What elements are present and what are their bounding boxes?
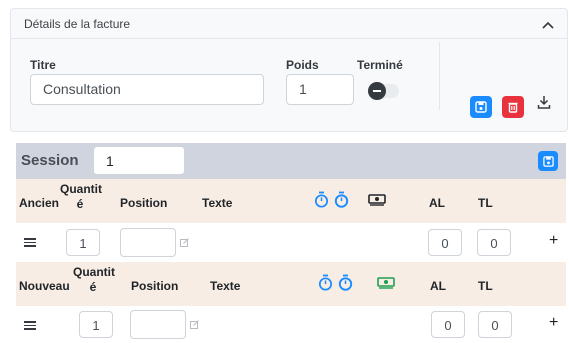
text-header: Texte	[210, 279, 241, 293]
al-input[interactable]: 0	[428, 229, 462, 256]
save-invoice-button[interactable]	[470, 96, 492, 118]
external-link-icon[interactable]	[180, 238, 189, 247]
weight-label: Poids	[286, 58, 319, 72]
plus-icon[interactable]: +	[549, 232, 558, 250]
text-header: Texte	[202, 196, 233, 210]
new-header-row: Nouveau Quantit é Position Texte AL TL	[16, 262, 566, 306]
al-input[interactable]: 0	[431, 311, 465, 338]
quantity-header: Quantit é	[60, 182, 102, 212]
delete-invoice-button[interactable]	[502, 96, 524, 118]
menu-icon[interactable]	[24, 238, 36, 247]
plus-icon[interactable]: +	[549, 314, 558, 332]
save-session-button[interactable]	[538, 151, 558, 171]
weight-input[interactable]: 1	[286, 74, 354, 105]
quantity-header-line2: é	[89, 280, 97, 294]
save-icon	[542, 155, 554, 167]
al-header: AL	[429, 196, 445, 210]
quantity-input[interactable]: 1	[79, 311, 113, 338]
position-input[interactable]	[130, 310, 186, 339]
done-label: Terminé	[357, 58, 403, 72]
position-input[interactable]	[120, 228, 176, 257]
download-icon[interactable]	[537, 95, 551, 109]
tl-header: TL	[478, 279, 493, 293]
quantity-header-line2: é	[76, 197, 84, 211]
old-header-row: Ancien Quantit é Position Texte AL TL	[16, 179, 566, 223]
stopwatch-icon[interactable]	[314, 191, 329, 208]
invoice-details-header[interactable]: Détails de la facture	[11, 9, 567, 39]
al-header: AL	[430, 279, 446, 293]
stopwatch-icon[interactable]	[334, 191, 349, 208]
quantity-header-line1: Quantit	[73, 265, 115, 279]
trash-icon	[508, 102, 518, 113]
tl-input[interactable]: 0	[477, 229, 511, 256]
title-input[interactable]: Consultation	[30, 74, 264, 105]
session-input[interactable]: 1	[93, 146, 185, 175]
toggle-knob	[368, 82, 386, 100]
title-label: Titre	[30, 58, 56, 72]
divider	[439, 42, 440, 110]
position-header: Position	[120, 196, 168, 210]
chevron-up-icon[interactable]	[541, 19, 555, 31]
invoice-details-title: Détails de la facture	[24, 17, 131, 31]
menu-icon[interactable]	[24, 321, 36, 330]
quantity-header: Quantit é	[73, 265, 115, 295]
session-label: Session	[21, 152, 79, 169]
table-row: 1 0 0 +	[16, 223, 566, 261]
table-row: 1 0 0 +	[16, 306, 566, 343]
save-icon	[475, 101, 487, 113]
money-icon[interactable]	[377, 277, 395, 289]
new-header-label: Nouveau	[19, 279, 70, 293]
external-link-icon[interactable]	[190, 320, 199, 329]
position-header: Position	[131, 279, 179, 293]
stopwatch-icon[interactable]	[338, 274, 353, 291]
stopwatch-icon[interactable]	[318, 274, 333, 291]
old-header-label: Ancien	[19, 196, 60, 210]
quantity-input[interactable]: 1	[66, 229, 100, 256]
done-toggle[interactable]	[368, 82, 399, 100]
tl-header: TL	[478, 196, 493, 210]
tl-input[interactable]: 0	[478, 311, 512, 338]
money-icon[interactable]	[368, 194, 386, 206]
session-bar: Session 1	[16, 143, 566, 179]
quantity-header-line1: Quantit	[60, 182, 102, 196]
